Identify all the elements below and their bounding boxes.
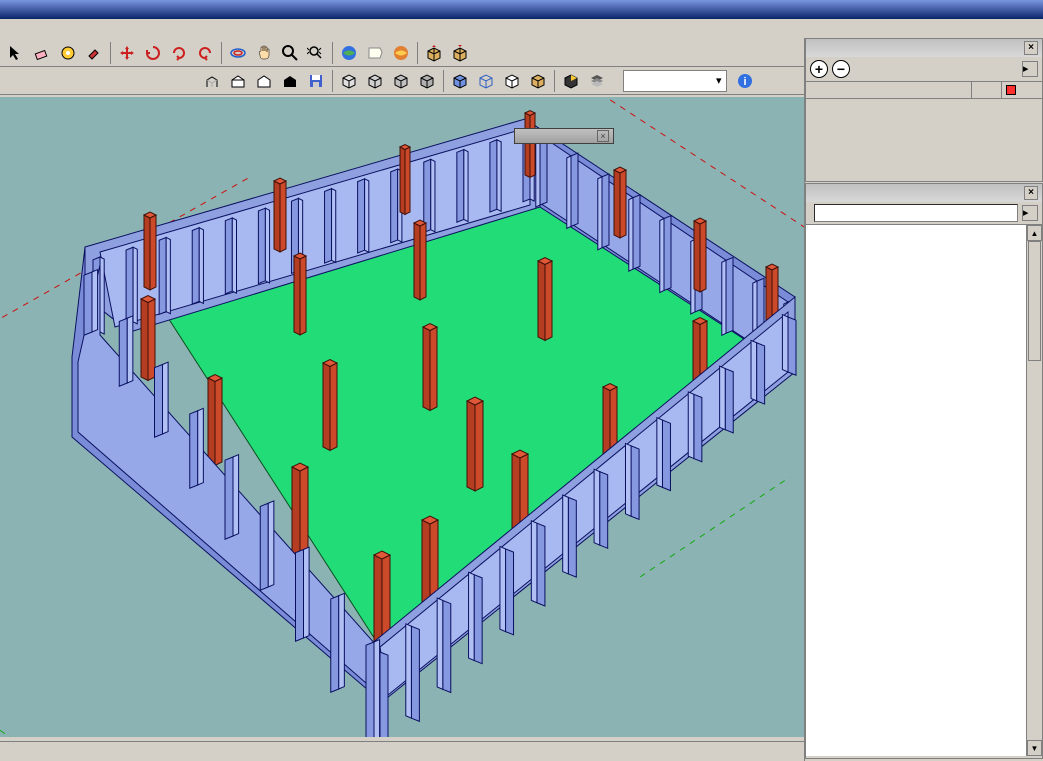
layers-header-visible[interactable] (972, 82, 1002, 98)
view-iso2[interactable] (363, 69, 387, 93)
separator (110, 42, 111, 64)
dropdown-icon[interactable]: ▾ (716, 74, 722, 87)
view-front[interactable] (448, 69, 472, 93)
layers-panel: × + − ▸ (805, 38, 1043, 182)
tool-render[interactable] (363, 41, 387, 65)
layer-select-input[interactable] (632, 75, 712, 87)
tool-eraser[interactable] (30, 41, 54, 65)
scrollbar[interactable]: ▲ ▼ (1026, 225, 1042, 756)
style-iso[interactable] (200, 69, 224, 93)
outliner-menu-button[interactable]: ▸ (1022, 205, 1038, 221)
tool-rotate[interactable] (141, 41, 165, 65)
menu-view[interactable] (4, 27, 16, 31)
layers-toolbar: + − ▸ (806, 57, 1042, 81)
menu-bar (0, 19, 1043, 39)
tool-orbit-cw[interactable] (167, 41, 191, 65)
tool-tape[interactable] (56, 41, 80, 65)
style-save[interactable] (304, 69, 328, 93)
layers-header-color[interactable] (1002, 82, 1042, 98)
separator (332, 42, 333, 64)
view-left[interactable] (500, 69, 524, 93)
separator (221, 42, 222, 64)
view-styled[interactable] (559, 69, 583, 93)
style-wire[interactable] (226, 69, 250, 93)
svg-text:i: i (743, 76, 746, 88)
menu-window[interactable] (32, 27, 44, 31)
scroll-up-icon[interactable]: ▲ (1027, 225, 1042, 241)
tool-pan[interactable] (252, 41, 276, 65)
scroll-down-icon[interactable]: ▼ (1027, 740, 1042, 756)
entity-info-panel[interactable]: × (514, 128, 614, 144)
outliner-tree[interactable]: ▲ ▼ (806, 224, 1042, 756)
menu-tools[interactable] (18, 27, 30, 31)
close-icon[interactable]: × (597, 130, 609, 142)
view-layers[interactable] (585, 69, 609, 93)
title-bar (0, 0, 1043, 19)
layers-header-name[interactable] (806, 82, 972, 98)
outliner-filter-row: ▸ (806, 202, 1042, 224)
separator (443, 70, 444, 92)
menu-help[interactable] (46, 27, 58, 31)
tool-warehouse-get[interactable] (337, 41, 361, 65)
layer-selector[interactable]: ▾ (623, 70, 727, 92)
tool-pointer[interactable] (4, 41, 28, 65)
separator (554, 70, 555, 92)
layers-panel-title[interactable]: × (806, 39, 1042, 57)
outliner-panel-title[interactable]: × (806, 184, 1042, 202)
tool-component-make[interactable] (422, 41, 446, 65)
style-shaded[interactable] (278, 69, 302, 93)
tool-paint[interactable] (82, 41, 106, 65)
scroll-thumb[interactable] (1028, 241, 1041, 361)
layers-menu-button[interactable]: ▸ (1022, 61, 1038, 77)
outliner-panel: × ▸ ▲ ▼ (805, 183, 1043, 759)
close-icon[interactable]: × (1024, 186, 1038, 200)
tool-warehouse-share[interactable] (389, 41, 413, 65)
right-sidebar: × + − ▸ × ▸ ▲ (804, 38, 1043, 761)
add-layer-button[interactable]: + (810, 60, 828, 78)
style-hidden[interactable] (252, 69, 276, 93)
filter-input[interactable] (814, 204, 1018, 222)
view-back[interactable] (474, 69, 498, 93)
separator (332, 70, 333, 92)
layers-header[interactable] (806, 81, 1042, 99)
tool-move[interactable] (115, 41, 139, 65)
tool-orbit-ccw[interactable] (193, 41, 217, 65)
tool-zoom-extents[interactable] (304, 41, 328, 65)
view-iso4[interactable] (415, 69, 439, 93)
tool-offset[interactable] (226, 41, 250, 65)
separator (417, 42, 418, 64)
view-iso3[interactable] (389, 69, 413, 93)
viewport-3d[interactable] (0, 97, 804, 737)
view-iso1[interactable] (337, 69, 361, 93)
close-icon[interactable]: × (1024, 41, 1038, 55)
status-bar (0, 741, 804, 761)
layer-info-button[interactable]: i (733, 69, 757, 93)
remove-layer-button[interactable]: − (832, 60, 850, 78)
tool-zoom[interactable] (278, 41, 302, 65)
view-right[interactable] (526, 69, 550, 93)
tool-component-break[interactable] (448, 41, 472, 65)
